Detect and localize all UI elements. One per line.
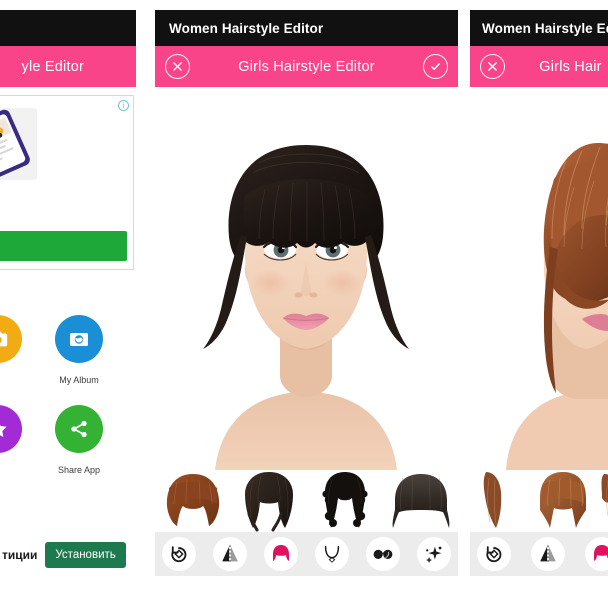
model-photo	[470, 87, 608, 470]
hairstyle-icon[interactable]	[585, 537, 608, 571]
close-circle-icon[interactable]	[480, 54, 505, 79]
reset-rotate-icon[interactable]	[477, 537, 511, 571]
menu-item-camera[interactable]	[0, 315, 22, 363]
right-phone-panel: Women Hairstyle Ed Girls Hair	[470, 0, 608, 608]
install-button[interactable]: Установить	[45, 542, 126, 568]
menu-label-my-album: My Album	[59, 375, 99, 385]
left-action-bar: yle Editor	[0, 46, 136, 87]
thumbnail-item[interactable]	[155, 470, 231, 532]
model-photo	[155, 87, 458, 470]
install-bar: тиции Установить	[0, 535, 136, 575]
left-title-bar	[0, 10, 136, 46]
necklace-icon[interactable]	[315, 537, 349, 571]
ad-info-icon[interactable]: i	[118, 100, 129, 111]
right-tool-strip[interactable]	[470, 532, 608, 576]
flip-mirror-icon[interactable]	[531, 537, 565, 571]
check-circle-icon[interactable]	[423, 54, 448, 79]
thumbnail-item[interactable]	[470, 470, 532, 532]
menu-item-rate[interactable]	[0, 405, 22, 453]
hairstyle-icon[interactable]	[264, 537, 298, 571]
hairstyle-thumbnail-strip[interactable]	[155, 470, 458, 532]
left-action-bar-title: yle Editor	[21, 58, 84, 75]
camera-icon	[0, 331, 8, 347]
right-action-bar: Girls Hair	[470, 46, 608, 87]
star-icon	[0, 424, 7, 437]
ad-cta-button[interactable]: ТЬ	[0, 231, 127, 261]
right-title-bar: Women Hairstyle Ed	[470, 10, 608, 46]
center-action-bar: Girls Hairstyle Editor	[155, 46, 458, 87]
sparkles-icon[interactable]	[417, 537, 451, 571]
menu-label-rate: s	[0, 465, 22, 475]
menu-label-share-app: Share App	[57, 465, 101, 475]
right-hairstyle-thumbnail-strip[interactable]	[470, 470, 608, 532]
install-bar-text: тиции	[2, 548, 38, 562]
thumbnail-item[interactable]	[383, 470, 458, 532]
thumbnail-item[interactable]	[231, 470, 307, 532]
center-action-bar-title: Girls Hairstyle Editor	[238, 58, 375, 75]
ad-banner[interactable]: i	[0, 95, 134, 270]
photo-album-icon	[70, 333, 88, 346]
share-icon	[71, 420, 87, 438]
center-title-bar: Women Hairstyle Editor	[155, 10, 458, 46]
thumbnail-item[interactable]	[307, 470, 383, 532]
reset-rotate-icon[interactable]	[162, 537, 196, 571]
center-phone-panel: Women Hairstyle Editor Girls Hairstyle E…	[155, 0, 458, 608]
right-model-canvas[interactable]	[470, 87, 608, 470]
right-action-bar-title: Girls Hair	[539, 58, 602, 75]
thumbnail-item[interactable]	[594, 470, 608, 532]
ad-creative-image	[0, 108, 37, 180]
thumbnail-item[interactable]	[532, 470, 594, 532]
menu-item-my-album[interactable]	[55, 315, 103, 363]
close-circle-icon[interactable]	[165, 54, 190, 79]
center-model-canvas[interactable]	[155, 87, 458, 470]
center-tool-strip[interactable]	[155, 532, 458, 576]
menu-item-share-app[interactable]	[55, 405, 103, 453]
sunglasses-icon[interactable]	[366, 537, 400, 571]
ad-cta-label: ТЬ	[0, 239, 127, 253]
left-phone-panel: yle Editor i My Album Share App тиции Ус…	[0, 0, 136, 608]
screenshot-root: yle Editor i My Album Share App тиции Ус…	[0, 0, 608, 608]
center-title-text: Women Hairstyle Editor	[169, 20, 324, 36]
flip-mirror-icon[interactable]	[213, 537, 247, 571]
right-title-text: Women Hairstyle Ed	[482, 20, 608, 36]
